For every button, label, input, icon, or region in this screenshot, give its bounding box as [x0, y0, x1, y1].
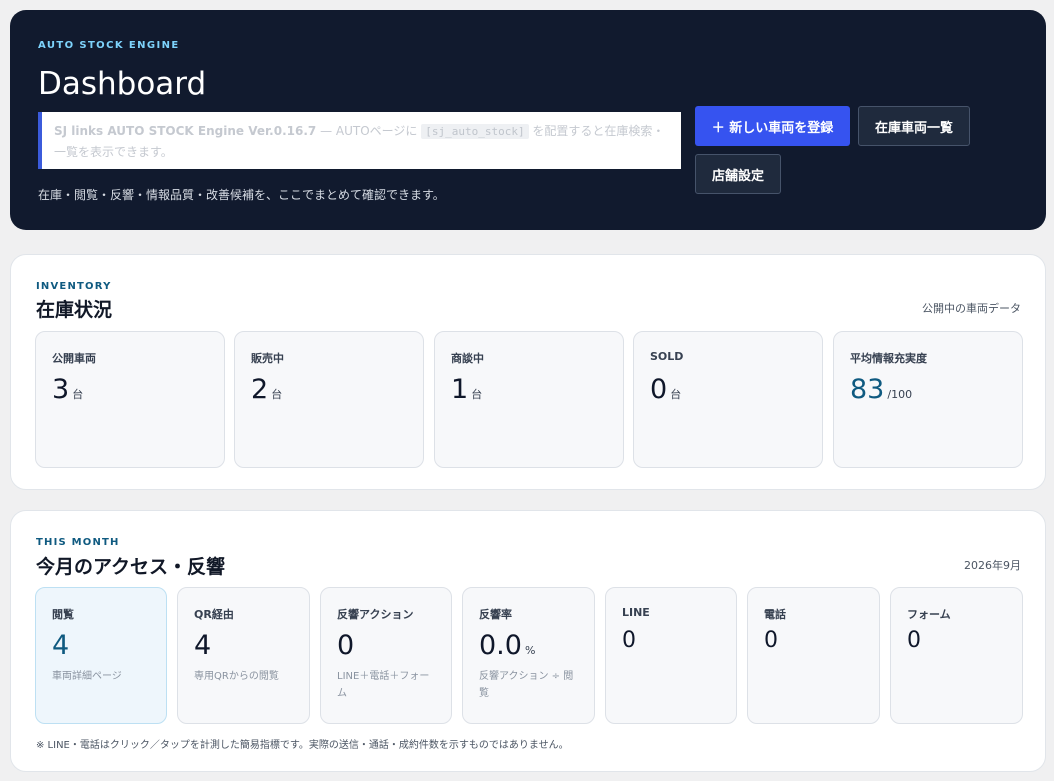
stat-label: SOLD [650, 350, 684, 363]
metric-value: 0 [907, 628, 921, 653]
metric-value: 0 [337, 630, 355, 661]
hero-eyebrow: AUTO STOCK ENGINE [38, 40, 180, 51]
stat-label: 販売中 [251, 352, 284, 365]
metric-card-views: 閲覧 4 車両詳細ページ [35, 587, 167, 724]
stat-card-info-quality: 平均情報充実度 83/100 [833, 331, 1023, 468]
metric-label: 反響率 [479, 608, 512, 621]
version-notice: SJ links AUTO STOCK Engine Ver.0.16.7 — … [38, 112, 681, 169]
metric-value: 0.0% [479, 630, 536, 661]
metric-label: フォーム [907, 608, 951, 621]
stat-value: 2台 [251, 374, 283, 405]
month-title: 今月のアクセス・反響 [36, 556, 226, 578]
metric-card-form: フォーム 0 [890, 587, 1023, 724]
metric-sub: 車両詳細ページ [52, 671, 122, 682]
stat-value: 0台 [650, 374, 682, 405]
stat-card-for-sale: 販売中 2台 [234, 331, 424, 468]
metric-label: LINE [622, 606, 650, 619]
stat-value: 83/100 [850, 374, 913, 405]
metric-card-responses: 反響アクション 0 LINE＋電話＋フォーム [320, 587, 452, 724]
inventory-list-button[interactable]: 在庫車両一覧 [858, 106, 970, 146]
metric-sub: 反響アクション ÷ 閲覧 [479, 671, 574, 699]
stat-label: 商談中 [451, 352, 484, 365]
metric-card-qr: QR経由 4 専用QRからの閲覧 [177, 587, 310, 724]
inventory-title: 在庫状況 [36, 299, 113, 321]
inventory-eyebrow: INVENTORY [36, 281, 112, 292]
store-settings-button[interactable]: 店舗設定 [695, 154, 781, 194]
metrics-footnote: ※ LINE・電話はクリック／タップを計測した簡易指標です。実際の送信・通話・成… [36, 740, 569, 751]
metric-card-response-rate: 反響率 0.0% 反響アクション ÷ 閲覧 [462, 587, 595, 724]
shortcode: [sj_auto_stock] [421, 124, 529, 139]
notice-product: SJ links AUTO STOCK Engine Ver.0.16.7 [54, 124, 317, 138]
month-eyebrow: THIS MONTH [36, 537, 120, 548]
metric-sub: 専用QRからの閲覧 [194, 671, 279, 682]
stat-label: 平均情報充実度 [850, 352, 927, 365]
metric-value: 0 [622, 628, 636, 653]
metric-label: 反響アクション [337, 608, 414, 621]
metric-value: 4 [194, 630, 212, 661]
notice-mid: — AUTOページに [316, 124, 422, 138]
monthly-access-panel: THIS MONTH 今月のアクセス・反響 2026年9月 閲覧 4 車両詳細ペ… [10, 510, 1046, 772]
stat-value: 1台 [451, 374, 483, 405]
stat-card-negotiating: 商談中 1台 [434, 331, 624, 468]
stat-value: 3台 [52, 374, 84, 405]
metric-value: 0 [764, 628, 778, 653]
metric-value: 4 [52, 630, 70, 661]
stat-card-published: 公開車両 3台 [35, 331, 225, 468]
metric-card-phone: 電話 0 [747, 587, 880, 724]
month-meta: 2026年9月 [964, 559, 1021, 572]
inventory-meta: 公開中の車両データ [922, 302, 1021, 315]
metric-label: 電話 [764, 608, 786, 621]
inventory-panel: INVENTORY 在庫状況 公開中の車両データ 公開車両 3台 販売中 2台 … [10, 254, 1046, 490]
stat-card-sold: SOLD 0台 [633, 331, 823, 468]
metric-card-line: LINE 0 [605, 587, 737, 724]
metric-label: 閲覧 [52, 608, 74, 621]
hero-description: 在庫・閲覧・反響・情報品質・改善候補を、ここでまとめて確認できます。 [38, 188, 445, 202]
stat-label: 公開車両 [52, 352, 96, 365]
metric-label: QR経由 [194, 608, 234, 621]
metric-sub: LINE＋電話＋フォーム [337, 671, 430, 699]
new-vehicle-button[interactable]: ＋ 新しい車両を登録 [695, 106, 850, 146]
page-title: Dashboard [38, 66, 207, 102]
